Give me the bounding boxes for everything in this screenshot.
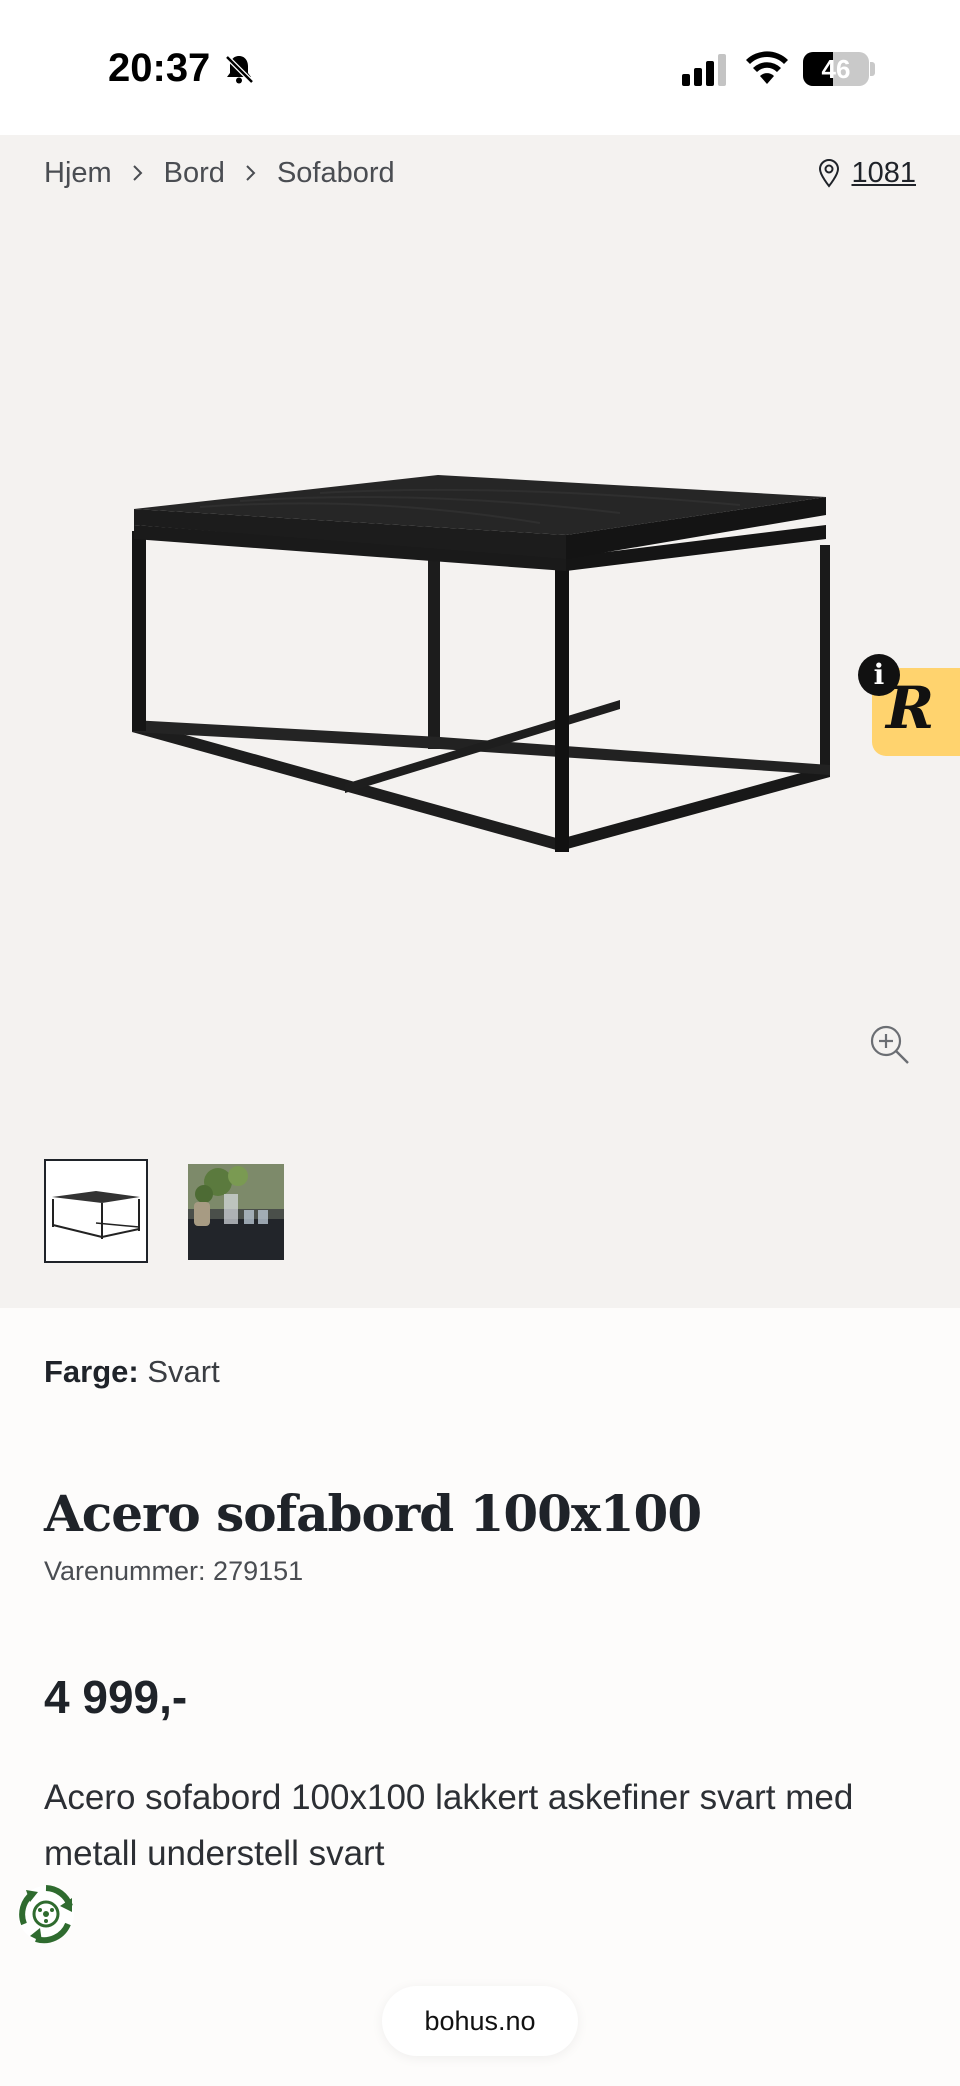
zoom-in-icon[interactable] bbox=[868, 1023, 912, 1067]
thumbnail-product[interactable] bbox=[44, 1159, 148, 1263]
product-description: Acero sofabord 100x100 lakkert askefiner… bbox=[44, 1778, 854, 1873]
info-icon[interactable]: i bbox=[858, 654, 900, 696]
battery-cap bbox=[870, 62, 875, 76]
color-selector: Farge: Svart bbox=[44, 1354, 220, 1390]
color-label: Farge: bbox=[44, 1354, 139, 1389]
breadcrumb-home[interactable]: Hjem bbox=[44, 157, 112, 190]
bell-slash-icon bbox=[225, 55, 254, 84]
map-pin-icon bbox=[819, 159, 840, 188]
store-location-link[interactable]: 1081 bbox=[817, 153, 916, 193]
thumbnail-lifestyle-image bbox=[188, 1164, 284, 1260]
battery-icon: 46 bbox=[803, 52, 869, 86]
product-gallery: Hjem Bord Sofabord 1081 bbox=[0, 135, 960, 1308]
recycle-eco-icon[interactable] bbox=[14, 1882, 78, 1946]
product-sku: Varenummer: 279151 bbox=[44, 1556, 304, 1586]
chevron-right-icon bbox=[225, 159, 277, 187]
thumbnail-lifestyle[interactable] bbox=[188, 1164, 284, 1260]
color-value: Svart bbox=[147, 1354, 220, 1389]
thumbnail-table-image bbox=[52, 1191, 140, 1239]
status-time: 20:37 bbox=[108, 46, 211, 90]
breadcrumb-bord[interactable]: Bord bbox=[164, 157, 225, 190]
breadcrumb-sofabord[interactable]: Sofabord bbox=[277, 157, 395, 190]
product-title: Acero sofabord 100x100 bbox=[44, 1484, 702, 1543]
chevron-right-icon bbox=[112, 159, 164, 187]
battery-level: 46 bbox=[821, 54, 851, 84]
product-main-image[interactable] bbox=[120, 475, 840, 1015]
breadcrumb: Hjem Bord Sofabord bbox=[44, 153, 395, 193]
browser-url-pill[interactable]: bohus.no bbox=[382, 1986, 578, 2056]
cellular-signal-icon bbox=[682, 54, 726, 86]
store-postal-code: 1081 bbox=[851, 156, 916, 189]
wifi-icon bbox=[746, 51, 788, 84]
status-bar: 20:37 46 bbox=[0, 0, 960, 135]
product-price: 4 999,- bbox=[44, 1671, 188, 1723]
